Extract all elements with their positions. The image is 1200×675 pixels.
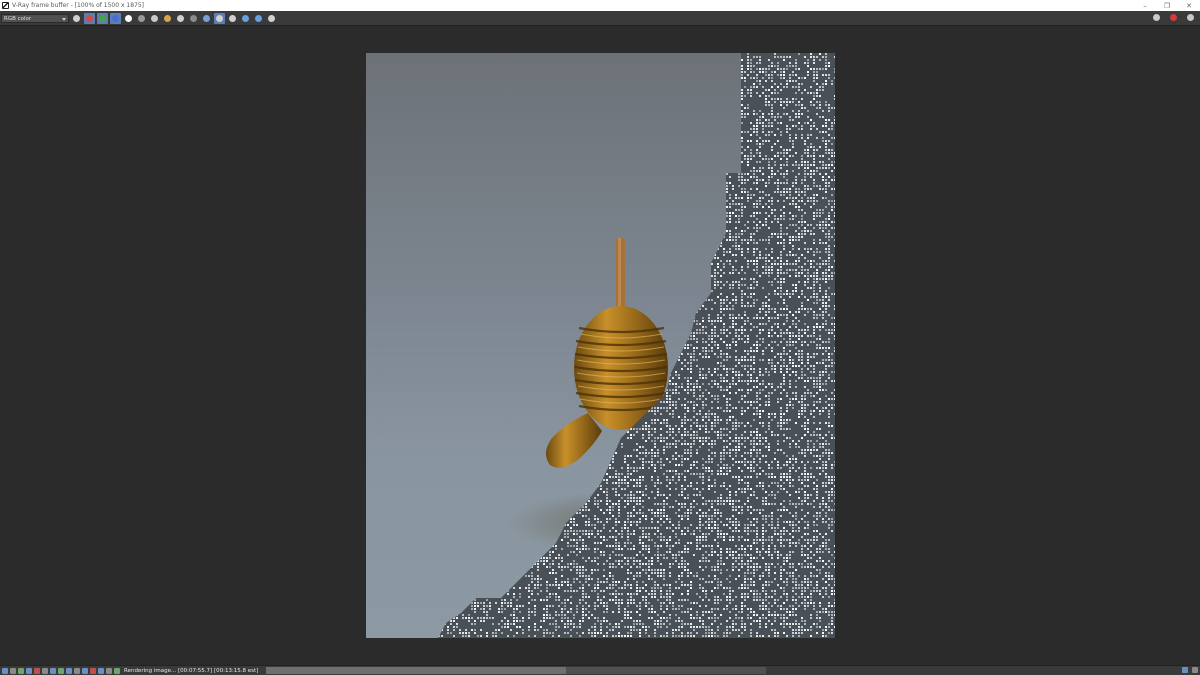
pixel-info-icon <box>267 14 276 23</box>
levels-icon[interactable] <box>82 668 88 674</box>
load-image-icon <box>163 14 172 23</box>
settings-icon[interactable] <box>106 668 112 674</box>
stop-render-button[interactable] <box>1168 12 1179 23</box>
region-render-icon <box>202 14 211 23</box>
track-mouse-icon <box>215 14 224 23</box>
window-title: V-Ray frame buffer - [100% of 1500 x 187… <box>12 2 144 9</box>
red-channel-button[interactable] <box>84 13 95 24</box>
render-progress-bar <box>266 667 766 674</box>
show-correction-icon <box>72 14 81 23</box>
blue-channel-icon <box>111 14 120 23</box>
region-render-button[interactable] <box>201 13 212 24</box>
render-history-icon <box>254 14 263 23</box>
save-image-button[interactable] <box>149 13 160 24</box>
show-correction-button[interactable] <box>71 13 82 24</box>
green-channel-button[interactable] <box>97 13 108 24</box>
toolbar: RGB color <box>0 11 1200 26</box>
save-image-icon <box>150 14 159 23</box>
render-settings-icon <box>1152 13 1161 22</box>
render-region-button[interactable] <box>1185 12 1196 23</box>
render-status-text: Rendering image... [00:07:55.7] [00:13:1… <box>124 668 258 674</box>
bloom-icon[interactable] <box>90 668 96 674</box>
green-channel-icon <box>98 14 107 23</box>
monochrome-icon <box>137 14 146 23</box>
title-bar: V-Ray frame buffer - [100% of 1500 x 187… <box>0 0 1200 11</box>
color-icon[interactable] <box>50 668 56 674</box>
statusbar-right <box>1180 667 1198 673</box>
minimize-button[interactable]: – <box>1134 0 1156 11</box>
stop-render-icon <box>1169 13 1178 22</box>
histogram-icon[interactable] <box>26 668 32 674</box>
load-image-button[interactable] <box>162 13 173 24</box>
render-history-button[interactable] <box>253 13 264 24</box>
expand-icon[interactable] <box>1192 667 1198 673</box>
show-lens-effects-button[interactable] <box>240 13 251 24</box>
unrendered-buckets <box>366 53 835 638</box>
clear-image-icon <box>176 14 185 23</box>
exposure-icon[interactable] <box>66 668 72 674</box>
blue-channel-button[interactable] <box>110 13 121 24</box>
chevron-down-icon <box>62 18 66 21</box>
curves-icon[interactable] <box>42 668 48 674</box>
link-to-3dsmax-icon <box>228 14 237 23</box>
statusbar-icons <box>0 668 120 674</box>
monochrome-button[interactable] <box>136 13 147 24</box>
glare-icon[interactable] <box>98 668 104 674</box>
render-settings-button[interactable] <box>1151 12 1162 23</box>
pixel-info-button[interactable] <box>266 13 277 24</box>
red-channel-icon <box>85 14 94 23</box>
white-balance-icon[interactable] <box>74 668 80 674</box>
rendered-image[interactable] <box>366 53 835 638</box>
hue-icon[interactable] <box>114 668 120 674</box>
toolbar-right <box>1149 12 1196 23</box>
view-alpha-button[interactable] <box>123 13 134 24</box>
render-progress-fill <box>266 667 566 674</box>
channel-select[interactable]: RGB color <box>1 14 69 23</box>
duplicate-to-vfb-icon <box>189 14 198 23</box>
image-viewport[interactable] <box>0 26 1200 664</box>
frame-icon[interactable] <box>2 668 8 674</box>
channel-select-value: RGB color <box>4 16 31 22</box>
frame-icon[interactable] <box>10 668 16 674</box>
track-mouse-button[interactable] <box>214 13 225 24</box>
toolbar-buttons <box>69 13 277 24</box>
close-button[interactable]: ✕ <box>1178 0 1200 11</box>
fit-view-icon[interactable] <box>1182 667 1188 673</box>
stats-icon[interactable] <box>58 668 64 674</box>
view-alpha-icon <box>124 14 133 23</box>
lut-icon[interactable] <box>34 668 40 674</box>
window-controls: – ❐ ✕ <box>1134 0 1200 11</box>
lock-icon[interactable] <box>18 668 24 674</box>
vray-app-icon <box>2 2 9 9</box>
maximize-button[interactable]: ❐ <box>1156 0 1178 11</box>
link-to-3dsmax-button[interactable] <box>227 13 238 24</box>
render-region-icon <box>1186 13 1195 22</box>
show-lens-effects-icon <box>241 14 250 23</box>
clear-image-button[interactable] <box>175 13 186 24</box>
duplicate-to-vfb-button[interactable] <box>188 13 199 24</box>
